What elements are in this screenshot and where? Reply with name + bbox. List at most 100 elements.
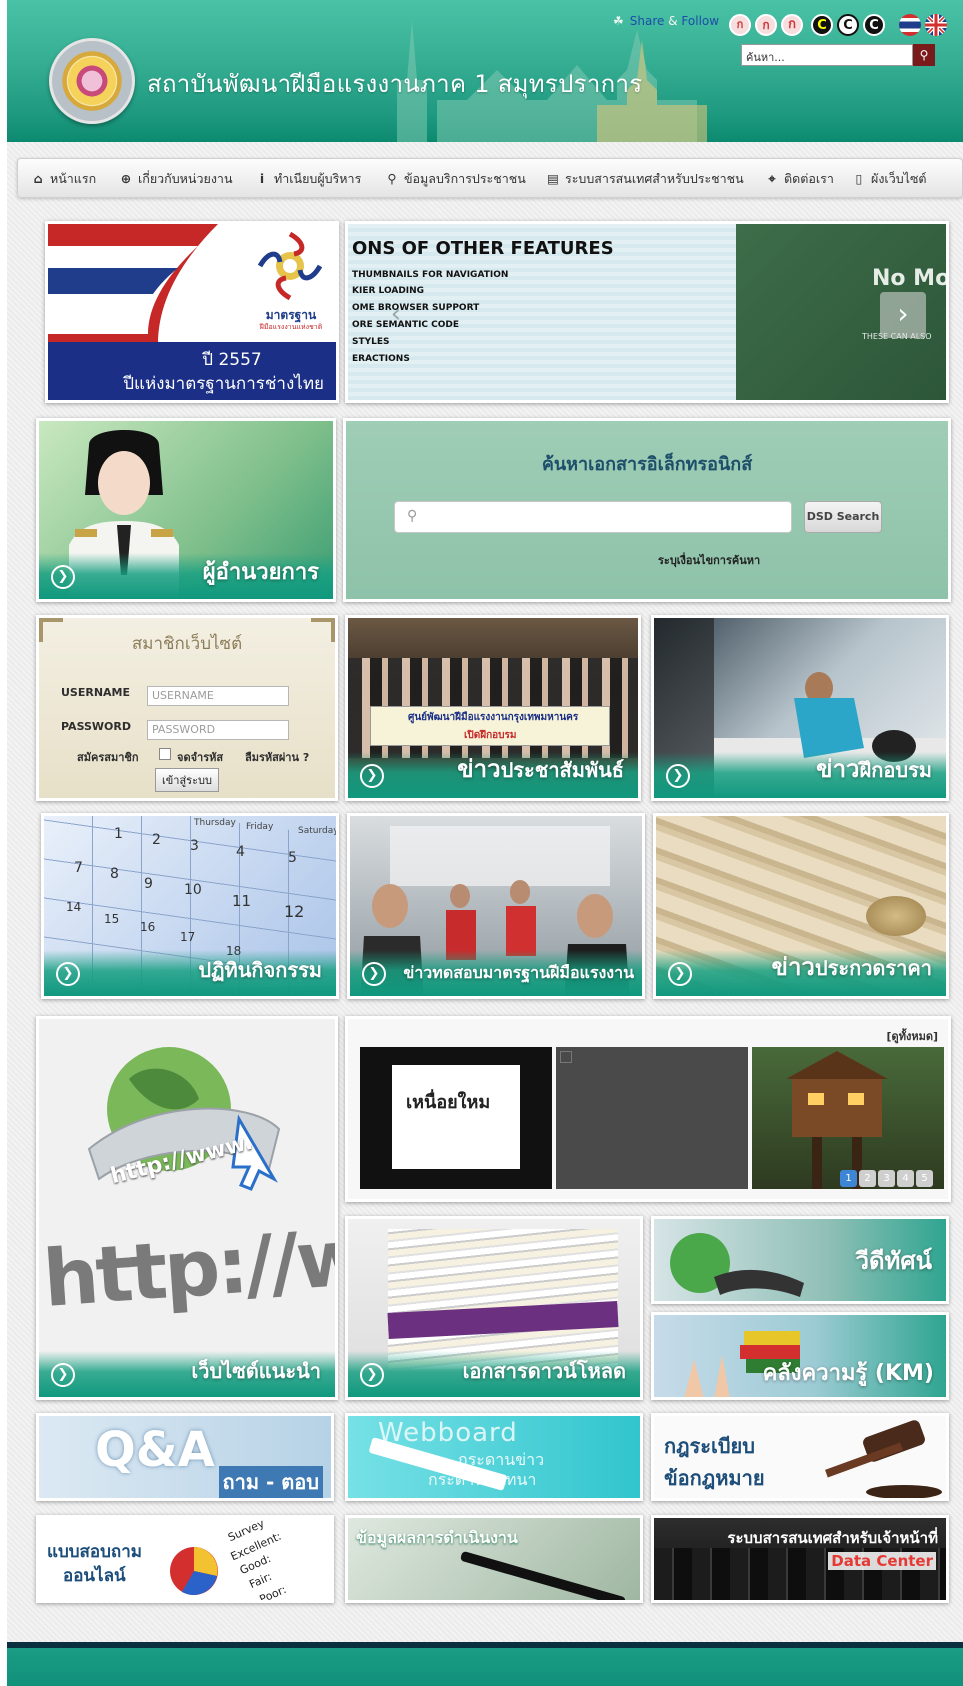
- standard-logo-subtext: ฝีมือแรงงานแห่งชาติ: [259, 323, 323, 331]
- calendar-tile[interactable]: Thursday Friday Saturday 1 2 3 4 5 7 8 9…: [41, 813, 339, 999]
- page-button[interactable]: 1: [840, 1170, 857, 1187]
- operations-title: ข้อมูลผลการดำเนินงาน: [356, 1528, 518, 1547]
- page-button[interactable]: 5: [916, 1170, 933, 1187]
- calendar-number: 9: [144, 876, 153, 892]
- nav-item-home[interactable]: ⌂ หน้าแรก: [30, 169, 97, 189]
- thai-flag-icon[interactable]: [899, 14, 921, 36]
- font-decrease-button[interactable]: ก: [729, 14, 751, 36]
- next-slide-button[interactable]: ›: [880, 292, 926, 338]
- chevron-right-icon: ❯: [360, 764, 384, 788]
- video-pager: 12345: [838, 1166, 933, 1187]
- nav-item-about[interactable]: ⊕ เกี่ยวกับหน่วยงาน: [118, 169, 233, 189]
- qa-banner[interactable]: Q&A ถาม - ตอบ: [36, 1413, 334, 1501]
- law-line-1: กฎระเบียบ: [664, 1434, 755, 1458]
- data-center-banner[interactable]: ระบบสารสนเทศสำหรับเจ้าหน้าที่ Data Cente…: [651, 1515, 949, 1603]
- password-input[interactable]: PASSWORD: [147, 720, 289, 740]
- prev-slide-icon[interactable]: ‹: [376, 294, 416, 334]
- operations-banner[interactable]: ข้อมูลผลการดำเนินงาน: [345, 1515, 643, 1603]
- calendar-number: 5: [288, 850, 297, 866]
- downloads-label: เอกสารดาวน์โหลด: [462, 1359, 626, 1383]
- downloads-tile[interactable]: ❯ เอกสารดาวน์โหลด: [345, 1216, 643, 1400]
- slider-line-1: THUMBNAILS FOR NAVIGATION: [352, 270, 509, 280]
- director-tile[interactable]: ❯ ผู้อำนวยการ: [36, 418, 336, 602]
- calendar-number: 4: [236, 844, 245, 860]
- calendar-number: 1: [114, 826, 123, 842]
- chevron-right-icon: ❯: [666, 764, 690, 788]
- page: สถาบันพัฒนาฝีมือแรงงานภาค 1 สมุทรปราการ …: [7, 0, 963, 1686]
- mobile-icon: ▯: [855, 171, 863, 186]
- institute-logo[interactable]: [49, 38, 135, 124]
- survey-banner[interactable]: แบบสอบถาม ออนไลน์ Survey Excellent: Good…: [36, 1515, 334, 1603]
- view-all-link[interactable]: [ดูทั้งหมด]: [887, 1027, 938, 1045]
- standard-logo: [254, 230, 326, 302]
- share-link[interactable]: Share: [630, 14, 665, 28]
- recommended-websites-tile[interactable]: http://www. http://www ❯ เว็บไซต์แนะนำ: [36, 1016, 338, 1400]
- map-pin-icon: ⌖: [768, 171, 776, 186]
- video-thumb-2[interactable]: [556, 1047, 748, 1189]
- login-button[interactable]: เข้าสู่ระบบ: [155, 768, 219, 792]
- price-bid-tile[interactable]: ❯ ข่าวประกวดราคา: [653, 813, 949, 999]
- standard-test-label: ข่าวทดสอบมาตรฐานฝีมือแรงงาน: [403, 963, 634, 982]
- calendar-number: 15: [104, 912, 120, 926]
- follow-link[interactable]: Follow: [681, 14, 719, 28]
- calendar-number: 12: [284, 902, 305, 921]
- username-input[interactable]: USERNAME: [147, 686, 289, 706]
- video-tile[interactable]: วีดีทัศน์: [651, 1216, 949, 1304]
- font-normal-button[interactable]: ก: [755, 14, 777, 36]
- km-tile[interactable]: คลังความรู้ (KM): [651, 1312, 949, 1400]
- remember-checkbox[interactable]: [159, 748, 171, 760]
- slider-line-6: ERACTIONS: [352, 354, 410, 364]
- page-button[interactable]: 4: [897, 1170, 914, 1187]
- register-link[interactable]: สมัครสมาชิก: [77, 748, 139, 766]
- leaf-icon: ☘: [613, 14, 624, 28]
- page-button[interactable]: 3: [878, 1170, 895, 1187]
- nav-item-public-services[interactable]: ⚲ ข้อมูลบริการประชาชน: [384, 169, 525, 189]
- year-banner[interactable]: มาตรฐาน ฝีมือแรงงานแห่งชาติ ปี 2557 ปีแห…: [45, 221, 339, 403]
- share-follow[interactable]: ☘ Share & Follow: [613, 14, 719, 28]
- search-icon: ⚲: [387, 171, 397, 186]
- pr-banner-line-2: เปิดฝึกอบรม: [464, 730, 517, 741]
- font-increase-button[interactable]: ก: [781, 14, 803, 36]
- nav-item-info-system[interactable]: ▤ ระบบสารสนเทศสำหรับประชาชน: [545, 169, 744, 189]
- slider-line-5: STYLES: [352, 337, 390, 347]
- pr-news-tile[interactable]: ศูนย์พัฒนาฝีมือแรงงานกรุงเทพมหานคร เปิดฝ…: [345, 615, 641, 801]
- uk-flag-icon[interactable]: [925, 14, 947, 36]
- standard-test-tile[interactable]: ❯ ข่าวทดสอบมาตรฐานฝีมือแรงงาน: [347, 813, 645, 999]
- site-search-input[interactable]: ค้นหา...: [741, 44, 913, 66]
- feature-slider[interactable]: ONS OF OTHER FEATURES THUMBNAILS FOR NAV…: [345, 221, 949, 403]
- edoc-search-input[interactable]: ⚲: [394, 501, 792, 533]
- director-label: ผู้อำนวยการ: [202, 560, 319, 585]
- calendar-day-thursday: Thursday: [194, 818, 236, 828]
- book-icon: ▤: [547, 171, 559, 186]
- contrast-yellow-button[interactable]: C: [811, 14, 833, 36]
- data-center-title: ระบบสารสนเทศสำหรับเจ้าหน้าที่: [727, 1529, 938, 1547]
- dsd-search-button[interactable]: DSD Search: [804, 501, 882, 533]
- calendar-number: 2: [152, 832, 161, 848]
- contrast-dark-button[interactable]: C: [863, 14, 885, 36]
- page-button[interactable]: 2: [859, 1170, 876, 1187]
- chevron-right-icon: ❯: [51, 565, 75, 589]
- webboard-banner[interactable]: Webboard กระดานข่าว กระดานสนทนา: [345, 1413, 643, 1501]
- nav-item-executives[interactable]: i ทำเนียบผู้บริหาร: [254, 169, 361, 189]
- video-gallery: [ดูทั้งหมด] เหนื่อยใหม 12345: [345, 1016, 951, 1202]
- edoc-search-panel: ค้นหาเอกสารอิเล็กทรอนิกส์ ⚲ DSD Search ร…: [343, 418, 951, 602]
- footer-bar: [7, 1642, 963, 1686]
- training-news-tile[interactable]: ❯ ข่าวฝึกอบรม: [651, 615, 949, 801]
- calendar-day-friday: Friday: [246, 822, 274, 832]
- chalk-text: No Mo: [872, 266, 949, 291]
- pen-icon: [459, 1550, 627, 1600]
- password-label: PASSWORD: [61, 720, 132, 733]
- search-icon[interactable]: ⚲: [913, 44, 935, 66]
- forgot-password-link[interactable]: ลืมรหัสผ่าน ?: [245, 748, 309, 766]
- chevron-right-icon: ❯: [668, 962, 692, 986]
- law-banner[interactable]: กฎระเบียบ ข้อกฎหมาย: [651, 1413, 949, 1501]
- chevron-right-icon: ❯: [51, 1363, 75, 1387]
- slider-heading: ONS OF OTHER FEATURES: [352, 238, 614, 259]
- nav-item-sitemap[interactable]: ▯ ผังเว็บไซต์: [851, 169, 927, 189]
- contrast-normal-button[interactable]: C: [837, 14, 859, 36]
- site-title: สถาบันพัฒนาฝีมือแรงงานภาค 1 สมุทรปราการ: [147, 70, 643, 98]
- nav-item-contact[interactable]: ⌖ ติดต่อเรา: [764, 169, 833, 189]
- chevron-right-icon: ❯: [360, 1363, 384, 1387]
- edoc-advanced-link[interactable]: ระบุเงื่อนไขการค้นหา: [658, 551, 760, 569]
- video-thumb-1[interactable]: เหนื่อยใหม: [360, 1047, 552, 1189]
